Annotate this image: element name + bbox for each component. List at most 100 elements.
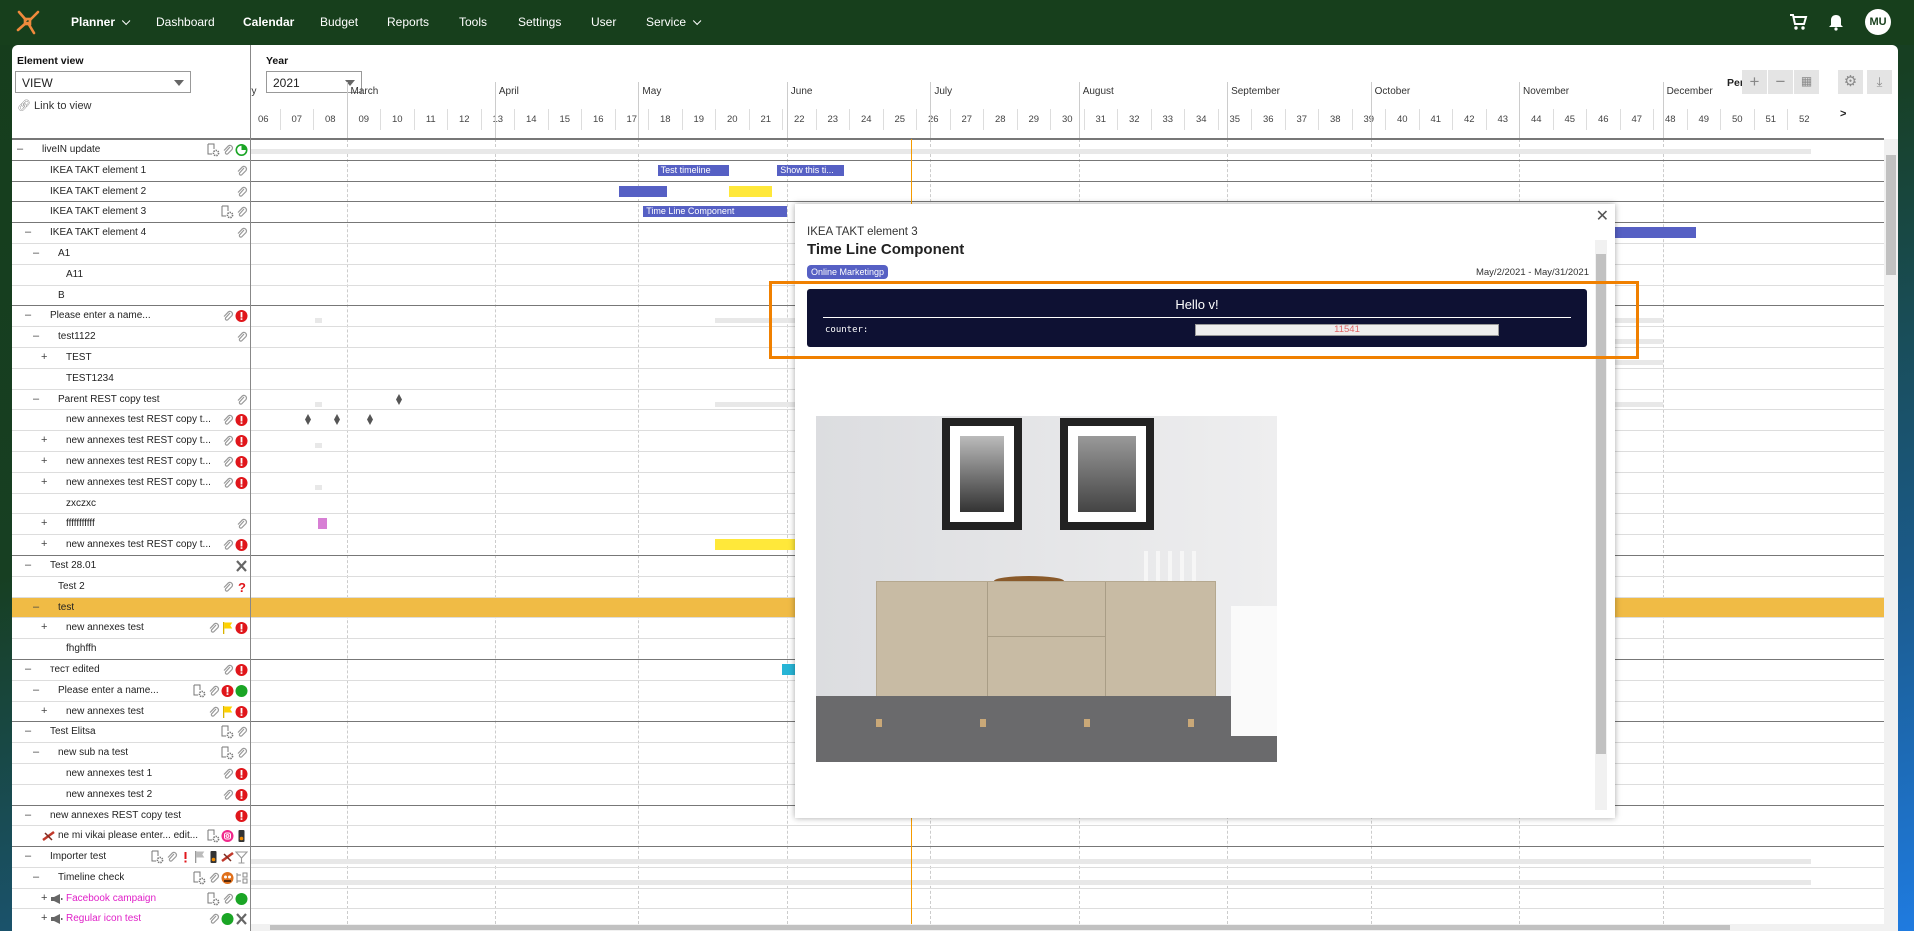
gantt-bar[interactable] bbox=[317, 518, 328, 530]
gantt-bar[interactable]: Test timeline bbox=[657, 164, 730, 176]
clip-icon[interactable] bbox=[221, 309, 234, 323]
alert-icon[interactable] bbox=[235, 705, 248, 719]
tree-row[interactable]: new annexes test 1 bbox=[12, 762, 250, 784]
clip-icon[interactable] bbox=[221, 767, 234, 781]
collapse-icon[interactable]: – bbox=[33, 393, 39, 405]
tree-row[interactable]: – new annexes REST copy test bbox=[12, 804, 250, 826]
expand-icon[interactable]: + bbox=[41, 892, 47, 904]
alert-icon[interactable] bbox=[235, 434, 248, 448]
clip-icon[interactable] bbox=[235, 205, 248, 219]
collapse-icon[interactable]: – bbox=[33, 601, 39, 613]
tree-row[interactable]: ne mi vikai please enter... edit... bbox=[12, 825, 250, 846]
tree-row[interactable]: – IKEA TAKT element 4 bbox=[12, 222, 250, 243]
vertical-scrollbar[interactable] bbox=[1884, 139, 1898, 931]
clip-icon[interactable] bbox=[221, 455, 234, 469]
tree-row[interactable]: + new annexes test REST copy t... bbox=[12, 471, 250, 493]
clip-icon[interactable] bbox=[207, 705, 220, 719]
summary-marker[interactable] bbox=[314, 443, 322, 449]
nav-user[interactable]: User bbox=[591, 15, 616, 29]
clip-icon[interactable] bbox=[235, 226, 248, 240]
app-logo-icon[interactable] bbox=[14, 8, 42, 36]
collapse-icon[interactable]: – bbox=[25, 226, 31, 238]
clip-icon[interactable] bbox=[221, 538, 234, 552]
expand-icon[interactable]: + bbox=[41, 455, 47, 467]
collapse-icon[interactable]: – bbox=[33, 871, 39, 883]
collapse-icon[interactable]: – bbox=[33, 247, 39, 259]
clip-icon[interactable] bbox=[221, 143, 234, 157]
horizontal-scrollbar[interactable] bbox=[250, 924, 1884, 931]
tree-row[interactable]: – A1 bbox=[12, 242, 250, 264]
alert-icon[interactable] bbox=[235, 788, 248, 802]
tree-row[interactable]: – Please enter a name... bbox=[12, 679, 250, 701]
hierarchy-icon[interactable] bbox=[235, 871, 248, 885]
nav-tools[interactable]: Tools bbox=[459, 15, 487, 29]
doc-gear-icon[interactable] bbox=[207, 143, 220, 157]
tree-row[interactable]: A11 bbox=[12, 263, 250, 285]
bug-icon[interactable] bbox=[221, 871, 234, 885]
alert-icon[interactable] bbox=[235, 455, 248, 469]
collapse-icon[interactable]: – bbox=[33, 330, 39, 342]
tree-row[interactable]: IKEA TAKT element 3 bbox=[12, 201, 250, 222]
clip-icon[interactable] bbox=[235, 517, 248, 531]
clip-icon[interactable] bbox=[235, 330, 248, 344]
tree-row[interactable]: + fffffffffff bbox=[12, 513, 250, 534]
cart-icon[interactable] bbox=[1788, 12, 1808, 32]
clip-icon[interactable] bbox=[235, 393, 248, 407]
clip-icon[interactable] bbox=[235, 725, 248, 739]
element-view-select[interactable]: VIEW bbox=[15, 71, 191, 93]
green-icon[interactable] bbox=[235, 684, 248, 698]
nav-planner[interactable]: Planner bbox=[71, 15, 131, 29]
gantt-bar[interactable]: Time Line Component bbox=[643, 206, 787, 218]
expand-icon[interactable]: + bbox=[41, 912, 47, 924]
clip-icon[interactable] bbox=[235, 746, 248, 760]
clip-icon[interactable] bbox=[221, 580, 234, 594]
exclaim-icon[interactable] bbox=[179, 850, 192, 864]
tree-row[interactable]: B bbox=[12, 284, 250, 306]
instagram-icon[interactable] bbox=[221, 829, 234, 843]
collapse-icon[interactable]: – bbox=[25, 663, 31, 675]
gantt-bar[interactable] bbox=[715, 539, 797, 551]
alert-icon[interactable] bbox=[235, 809, 248, 823]
clip-icon[interactable] bbox=[221, 476, 234, 490]
collapse-icon[interactable]: – bbox=[25, 850, 31, 862]
gantt-bar[interactable] bbox=[729, 185, 773, 197]
alert-icon[interactable] bbox=[235, 538, 248, 552]
tree-row[interactable]: – Timeline check bbox=[12, 866, 250, 888]
tree-row[interactable]: – Please enter a name... bbox=[12, 305, 250, 326]
tools-icon[interactable] bbox=[235, 559, 248, 573]
tree-row[interactable]: IKEA TAKT element 2 bbox=[12, 180, 250, 202]
gantt-bar[interactable]: Show this ti... bbox=[777, 164, 845, 176]
flag-icon[interactable] bbox=[221, 621, 234, 635]
cocktail-icon[interactable] bbox=[234, 850, 249, 864]
tree-row[interactable]: – new sub na test bbox=[12, 742, 250, 763]
expand-icon[interactable]: + bbox=[41, 705, 47, 717]
tree-row[interactable]: – test1122 bbox=[12, 326, 250, 347]
alert-icon[interactable] bbox=[235, 621, 248, 635]
user-avatar[interactable]: MU bbox=[1865, 9, 1891, 35]
milestone-diamond[interactable] bbox=[333, 414, 340, 426]
clip-icon[interactable] bbox=[207, 621, 220, 635]
doc-gear-icon[interactable] bbox=[193, 684, 206, 698]
expand-icon[interactable]: + bbox=[41, 621, 47, 633]
tree-row[interactable]: Test 2? bbox=[12, 575, 250, 597]
tree-row[interactable]: – test bbox=[12, 596, 250, 618]
megaphone-icon[interactable] bbox=[50, 912, 63, 926]
flag-icon[interactable] bbox=[221, 705, 234, 719]
tree-row[interactable]: + new annexes test REST copy t... bbox=[12, 450, 250, 472]
nav-calendar[interactable]: Calendar bbox=[243, 15, 294, 29]
scrollbar-thumb[interactable] bbox=[270, 925, 1730, 930]
alert-icon[interactable] bbox=[235, 413, 248, 427]
flag-grey-icon[interactable] bbox=[193, 850, 206, 864]
doc-gear-icon[interactable] bbox=[193, 871, 206, 885]
question-icon[interactable]: ? bbox=[235, 580, 248, 595]
pie-icon[interactable] bbox=[235, 143, 248, 157]
alert-icon[interactable] bbox=[235, 663, 248, 677]
clip-icon[interactable] bbox=[207, 684, 220, 698]
clip-icon[interactable] bbox=[207, 912, 220, 926]
gantt-bar[interactable] bbox=[619, 185, 668, 197]
tree-row[interactable]: new annexes test 2 bbox=[12, 783, 250, 805]
clip-icon[interactable] bbox=[221, 892, 234, 906]
milestone-diamond[interactable] bbox=[367, 414, 374, 426]
bell-icon[interactable] bbox=[1826, 12, 1846, 32]
collapse-icon[interactable]: – bbox=[25, 309, 31, 321]
